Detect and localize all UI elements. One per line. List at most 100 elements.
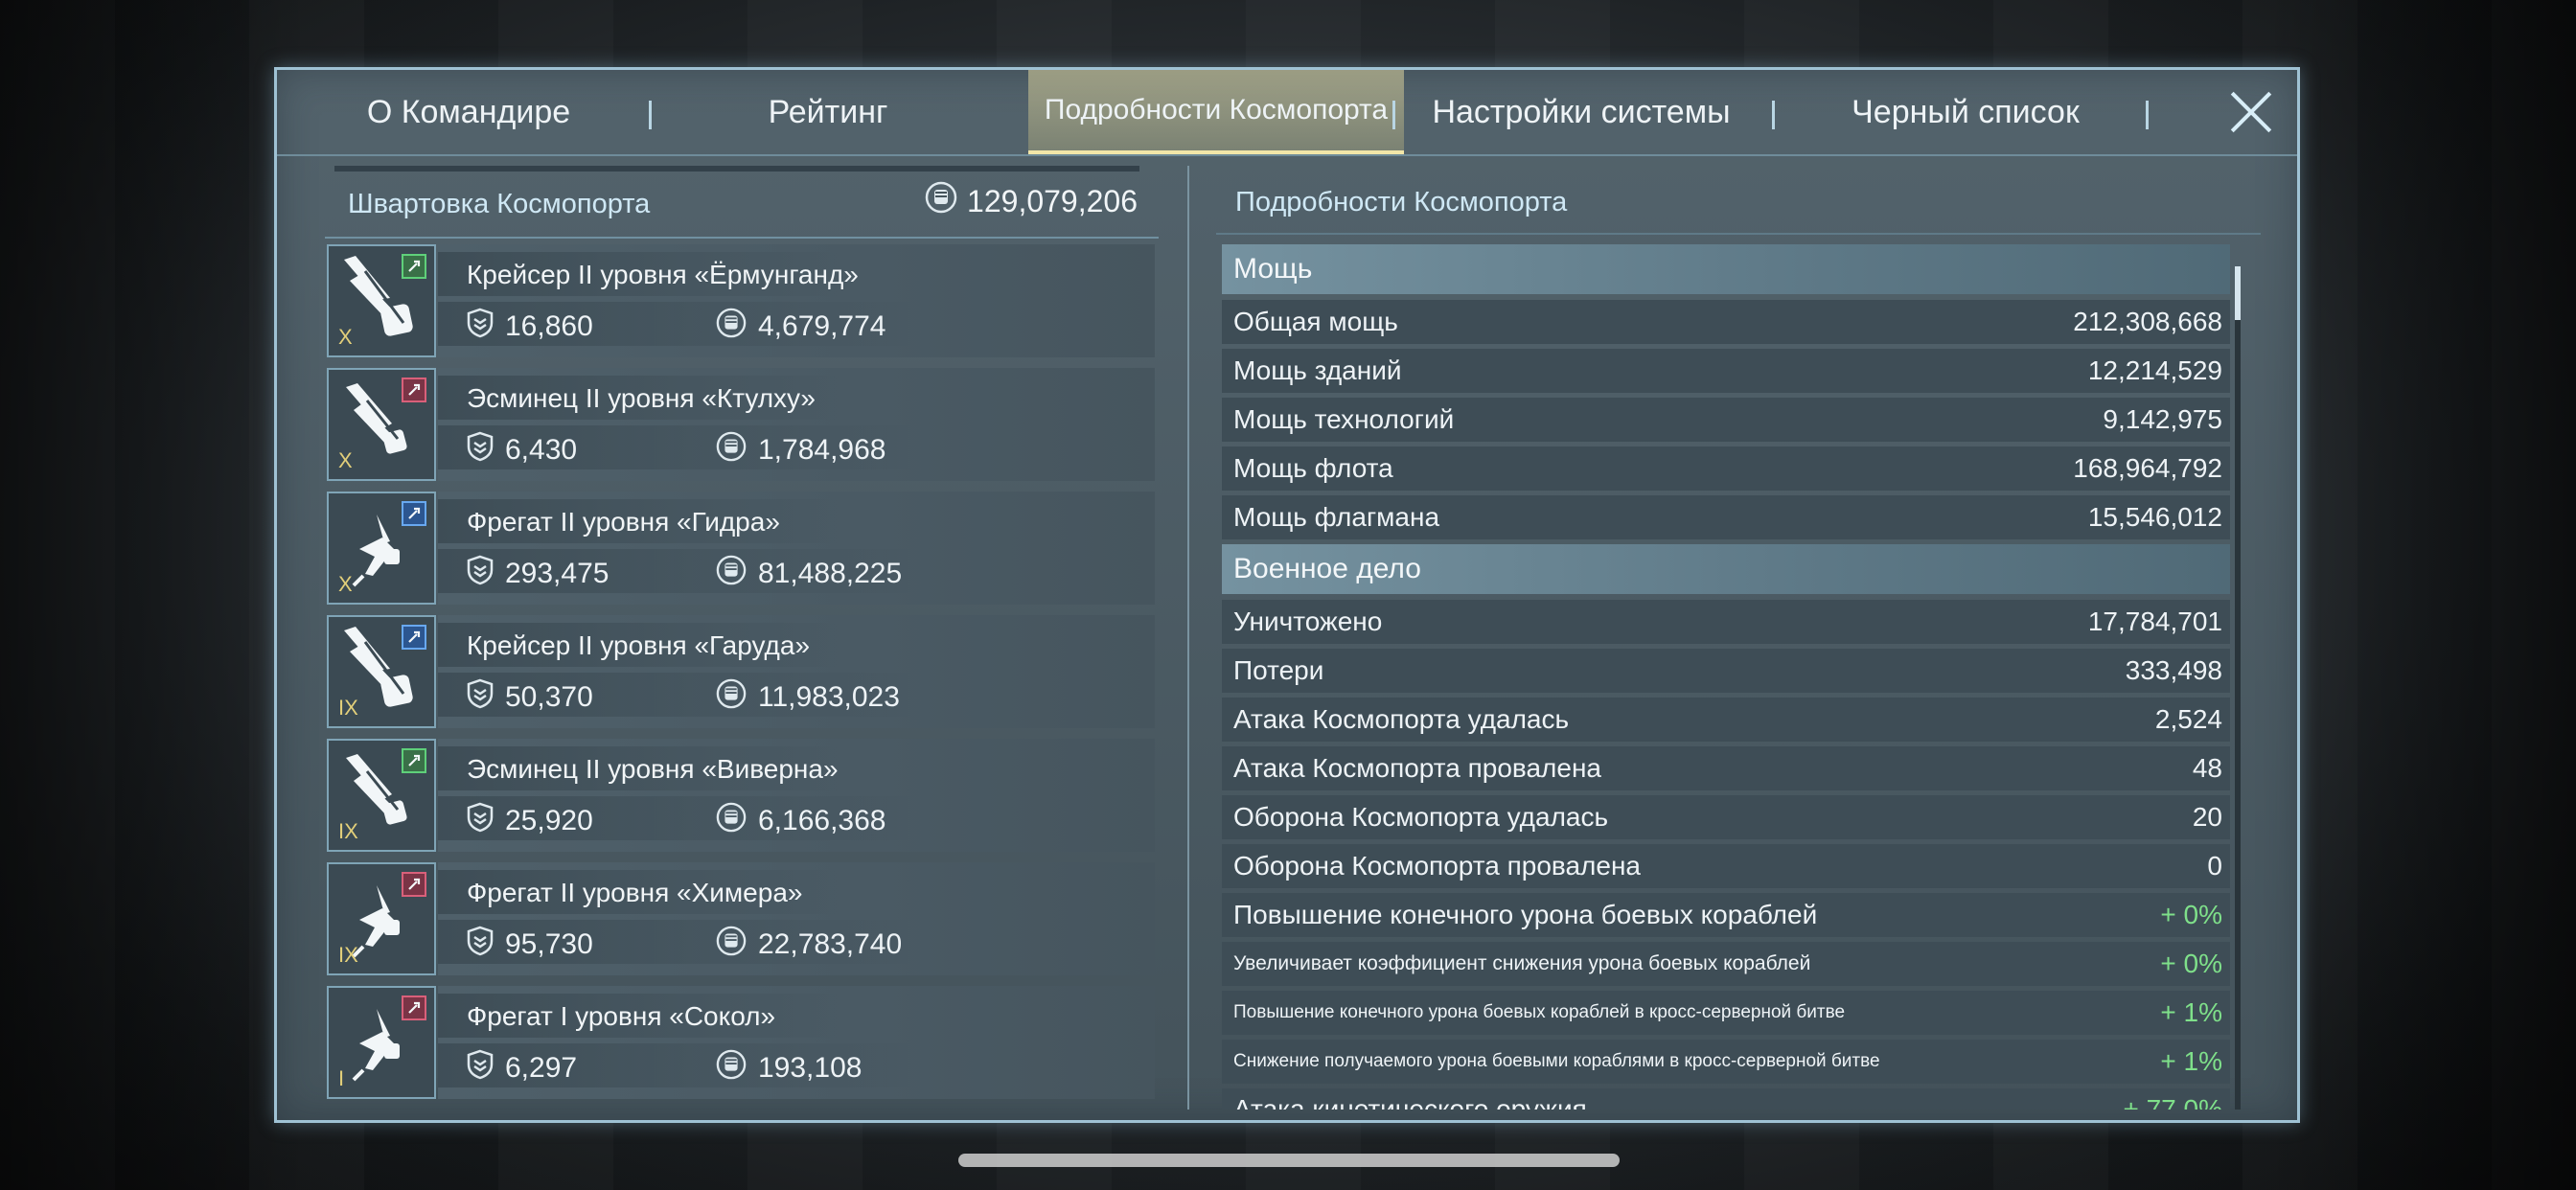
ship-power-stat: 6,166,368 (716, 802, 886, 840)
stat-label: Мощь зданий (1233, 355, 1402, 385)
section-header: Военное дело (1222, 544, 2230, 594)
tab-system-settings[interactable]: Настройки системы (1404, 70, 1759, 154)
cosmoport-panel: О Командире Рейтинг Подробности Космопор… (274, 67, 2300, 1123)
ship-list: X Крейсер II уровня «Ёрмунганд» 16,860 4,67… (325, 244, 1159, 1110)
tab-separator (649, 101, 652, 129)
ship-info: Эсминец II уровня «Ктулху» 6,430 1,784,968 (438, 368, 1155, 481)
stat-label: Общая мощь (1233, 307, 1398, 336)
dock-panel: Швартовка Космопорта 129,079,206 X Крейсе… (325, 166, 1159, 1114)
ship-row[interactable]: X Крейсер II уровня «Ёрмунганд» 16,860 4,67… (325, 244, 1155, 357)
ship-power-stat: 4,679,774 (716, 308, 886, 346)
power-fist-icon (716, 308, 747, 346)
rank-shield-icon (467, 431, 494, 469)
stat-label: Атака Космопорта удалась (1233, 704, 1570, 734)
ship-row[interactable]: IX Крейсер II уровня «Гаруда» 50,370 11,983… (325, 615, 1155, 728)
stat-value: 0 (2207, 851, 2222, 881)
ship-tier: IX (338, 819, 358, 843)
ship-tier: IX (338, 696, 358, 720)
stat-row: Оборона Космопорта провалена 0 (1222, 844, 2230, 888)
stat-value: + 0% (2160, 949, 2222, 978)
power-fist-icon (925, 181, 957, 221)
ship-power-stat: 1,784,968 (716, 431, 886, 469)
power-fist-icon (716, 431, 747, 469)
tab-blacklist[interactable]: Черный список (1783, 70, 2148, 154)
rank-shield-icon (467, 926, 494, 964)
ship-type-badge-icon (402, 501, 426, 526)
stat-label: Снижение получаемого урона боевыми кораб… (1233, 1051, 1880, 1071)
stat-label: Мощь технологий (1233, 404, 1455, 434)
stat-row: Мощь зданий 12,214,529 (1222, 349, 2230, 393)
stat-value: 9,142,975 (2103, 404, 2222, 434)
tab-cosmoport-details[interactable]: Подробности Космопорта (1028, 70, 1404, 154)
details-list[interactable]: Мощь Общая мощь 212,308,668 Мощь зданий 12,2… (1222, 244, 2230, 1110)
stat-row: Повышение конечного урона боевых корабле… (1222, 991, 2230, 1035)
stat-value: + 1% (2160, 1046, 2222, 1076)
tab-rating[interactable]: Рейтинг (660, 70, 996, 154)
stat-row: Увеличивает коэффициент снижения урона б… (1222, 942, 2230, 986)
ship-tier: X (338, 572, 353, 596)
stat-label: Оборона Космопорта удалась (1233, 802, 1609, 832)
stat-label: Уничтожено (1233, 606, 1383, 636)
power-fist-icon (716, 678, 747, 717)
ship-name: Фрегат II уровня «Гидра» (467, 507, 780, 537)
ship-icon[interactable]: IX (327, 862, 436, 975)
stat-value: + 1% (2160, 997, 2222, 1027)
ship-info: Крейсер II уровня «Гаруда» 50,370 11,983,0… (438, 615, 1155, 728)
stat-label: Атака кинетического оружия (1233, 1094, 1587, 1110)
stat-value: 212,308,668 (2073, 307, 2222, 336)
rank-shield-icon (467, 802, 494, 840)
ship-type-badge-icon (402, 995, 426, 1020)
ship-rank-stat: 25,920 (467, 802, 593, 840)
stat-value: 20 (2192, 802, 2222, 832)
close-icon[interactable] (2222, 83, 2280, 141)
ship-icon[interactable]: X (327, 368, 436, 481)
ship-power-stat: 193,108 (716, 1049, 862, 1087)
stat-row: Снижение получаемого урона боевыми кораб… (1222, 1040, 2230, 1084)
ship-icon[interactable]: X (327, 244, 436, 357)
ship-icon[interactable]: I (327, 986, 436, 1099)
scrollbar-track[interactable] (2235, 266, 2241, 1110)
power-fist-icon (716, 926, 747, 964)
stat-row: Мощь флота 168,964,792 (1222, 446, 2230, 491)
stat-value: + 77.0% (2123, 1094, 2222, 1110)
ship-tier: X (338, 448, 353, 472)
ship-tier: I (338, 1066, 345, 1090)
stat-row: Мощь технологий 9,142,975 (1222, 398, 2230, 442)
stat-label: Мощь флагмана (1233, 502, 1440, 532)
ship-icon[interactable]: IX (327, 615, 436, 728)
tab-commander[interactable]: О Командире (277, 70, 660, 154)
ship-tier: IX (338, 943, 358, 967)
stat-row: Мощь флагмана 15,546,012 (1222, 495, 2230, 539)
details-header-line (1216, 233, 2261, 235)
ship-name: Крейсер II уровня «Гаруда» (467, 630, 811, 660)
ship-info: Фрегат II уровня «Гидра» 293,475 81,488,22… (438, 492, 1155, 605)
ship-row[interactable]: X Фрегат II уровня «Гидра» 293,475 81,488,2… (325, 492, 1155, 605)
stat-row: Уничтожено 17,784,701 (1222, 600, 2230, 644)
stat-value: 333,498 (2125, 655, 2222, 685)
column-divider (1187, 166, 1189, 1110)
stat-label: Повышение конечного урона боевых корабле… (1233, 1002, 1846, 1022)
stat-row: Атака кинетического оружия + 77.0% (1222, 1088, 2230, 1110)
rank-shield-icon (467, 678, 494, 717)
section-header: Мощь (1222, 244, 2230, 294)
ship-rank-stat: 6,297 (467, 1049, 577, 1087)
details-title: Подробности Космопорта (1235, 187, 1568, 217)
stat-value: 168,964,792 (2073, 453, 2222, 483)
ship-row[interactable]: I Фрегат I уровня «Сокол» 6,297 193,108 (325, 986, 1155, 1099)
scrollbar-thumb[interactable] (2235, 266, 2241, 320)
ship-row[interactable]: IX Фрегат II уровня «Химера» 95,730 22,783,… (325, 862, 1155, 975)
ship-power-stat: 22,783,740 (716, 926, 902, 964)
rank-shield-icon (467, 555, 494, 593)
ship-rank-stat: 16,860 (467, 308, 593, 346)
ship-icon[interactable]: IX (327, 739, 436, 852)
home-indicator[interactable] (958, 1154, 1620, 1167)
ship-name: Эсминец II уровня «Ктулху» (467, 383, 816, 413)
stat-label: Оборона Космопорта провалена (1233, 851, 1641, 881)
stat-label: Увеличивает коэффициент снижения урона б… (1233, 952, 1811, 974)
ship-row[interactable]: IX Эсминец II уровня «Виверна» 25,920 6,166… (325, 739, 1155, 852)
ship-row[interactable]: X Эсминец II уровня «Ктулху» 6,430 1,784,96… (325, 368, 1155, 481)
stat-row: Атака Космопорта провалена 48 (1222, 746, 2230, 790)
stat-value: 17,784,701 (2087, 606, 2222, 636)
ship-icon[interactable]: X (327, 492, 436, 605)
tab-separator (2146, 101, 2149, 129)
